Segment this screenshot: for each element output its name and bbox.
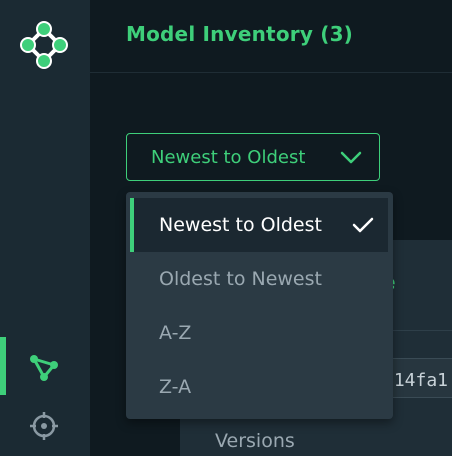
sort-option-a-z[interactable]: A-Z (130, 306, 388, 360)
page-header: Model Inventory (3) (90, 0, 452, 73)
page-title: Model Inventory (3) (126, 22, 354, 46)
sort-selected-label: Newest to Oldest (151, 147, 306, 168)
sort-select[interactable]: Newest to Oldest (126, 133, 380, 181)
sort-dropdown-menu: Newest to Oldest Oldest to Newest A-Z Z-… (126, 192, 393, 419)
sidebar-item-graph[interactable] (0, 337, 90, 395)
sidebar-item-target[interactable] (0, 396, 90, 454)
sort-option-label: Z-A (159, 376, 192, 398)
left-rail (0, 0, 90, 456)
graph-network-icon (30, 355, 58, 381)
app-logo-icon[interactable] (18, 21, 70, 71)
sort-option-label: Newest to Oldest (159, 214, 322, 236)
crosshair-icon (30, 412, 58, 440)
sort-option-label: Oldest to Newest (159, 268, 322, 290)
sort-option-newest-to-oldest[interactable]: Newest to Oldest (130, 198, 388, 252)
check-icon (352, 217, 374, 233)
chevron-down-icon (340, 151, 362, 164)
sort-option-oldest-to-newest[interactable]: Oldest to Newest (130, 252, 388, 306)
versions-label: Versions (215, 430, 295, 452)
sort-option-label: A-Z (159, 322, 192, 344)
sort-option-z-a[interactable]: Z-A (130, 360, 388, 414)
